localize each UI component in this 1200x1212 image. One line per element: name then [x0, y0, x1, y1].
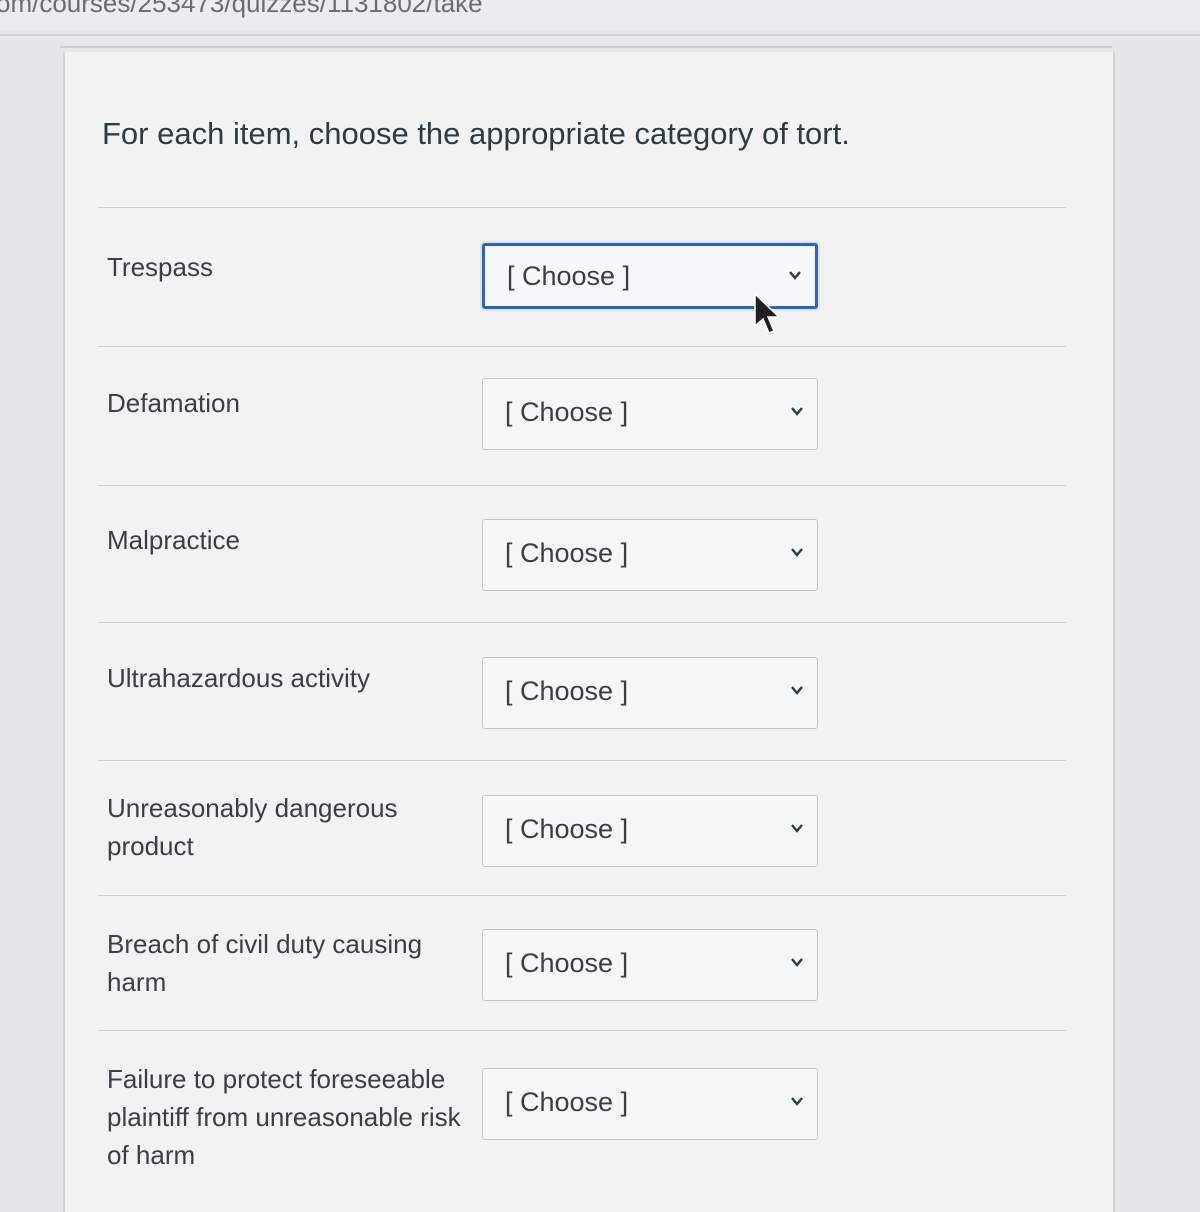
select-value: [ Choose ]	[505, 1087, 629, 1117]
answer-row-trespass: Trespass [ Choose ]	[98, 243, 1066, 346]
row-divider	[98, 622, 1066, 623]
row-label: Ultrahazardous activity	[107, 663, 370, 693]
browser-frame-divider	[0, 34, 1200, 36]
answer-row-dangerous-product: Unreasonably dangerous product [ Choose …	[98, 789, 1066, 889]
answer-row-breach-civil-duty: Breach of civil duty causing harm [ Choo…	[98, 925, 1066, 1025]
category-select-malpractice[interactable]: [ Choose ]	[482, 519, 818, 591]
row-divider	[98, 485, 1066, 486]
row-divider	[98, 346, 1066, 347]
row-label: Breach of civil duty causing harm	[107, 929, 423, 997]
answer-row-ultrahazardous: Ultrahazardous activity [ Choose ]	[98, 657, 1066, 759]
category-select-breach-civil-duty[interactable]: [ Choose ]	[482, 929, 818, 1001]
chevron-down-icon	[791, 822, 803, 834]
row-label: Failure to protect foreseeable plaintiff…	[107, 1064, 461, 1170]
category-select-defamation[interactable]: [ Choose ]	[482, 378, 818, 450]
chevron-down-icon	[791, 546, 803, 558]
answer-row-failure-to-protect: Failure to protect foreseeable plaintiff…	[98, 1060, 1066, 1180]
select-value: [ Choose ]	[505, 948, 629, 978]
row-divider	[98, 895, 1066, 896]
question-prompt: For each item, choose the appropriate ca…	[102, 116, 850, 151]
quiz-question-panel	[63, 52, 1115, 1212]
chevron-down-icon	[791, 684, 803, 696]
select-value: [ Choose ]	[505, 814, 629, 844]
category-select-failure-to-protect[interactable]: [ Choose ]	[482, 1068, 818, 1140]
answer-row-malpractice: Malpractice [ Choose ]	[98, 519, 1066, 621]
row-label: Malpractice	[107, 525, 240, 555]
content-frame-top	[60, 46, 1112, 48]
chevron-down-icon	[789, 269, 801, 281]
row-label: Defamation	[107, 388, 240, 418]
address-bar[interactable]: om/courses/253473/quizzes/1131802/take	[0, 0, 1200, 30]
row-label: Unreasonably dangerous product	[107, 793, 398, 861]
chevron-down-icon	[791, 956, 803, 968]
select-value: [ Choose ]	[505, 397, 629, 427]
row-divider	[98, 760, 1066, 761]
answer-row-defamation: Defamation [ Choose ]	[98, 378, 1066, 484]
select-value: [ Choose ]	[505, 538, 629, 568]
address-bar-url: om/courses/253473/quizzes/1131802/take	[0, 0, 483, 18]
category-select-ultrahazardous[interactable]: [ Choose ]	[482, 657, 818, 729]
select-value: [ Choose ]	[505, 676, 629, 706]
select-value: [ Choose ]	[507, 261, 631, 291]
row-label: Trespass	[107, 252, 213, 282]
row-divider	[98, 207, 1066, 208]
chevron-down-icon	[791, 405, 803, 417]
category-select-dangerous-product[interactable]: [ Choose ]	[482, 795, 818, 867]
row-divider	[98, 1030, 1066, 1031]
mouse-cursor-icon	[752, 292, 782, 336]
chevron-down-icon	[791, 1095, 803, 1107]
